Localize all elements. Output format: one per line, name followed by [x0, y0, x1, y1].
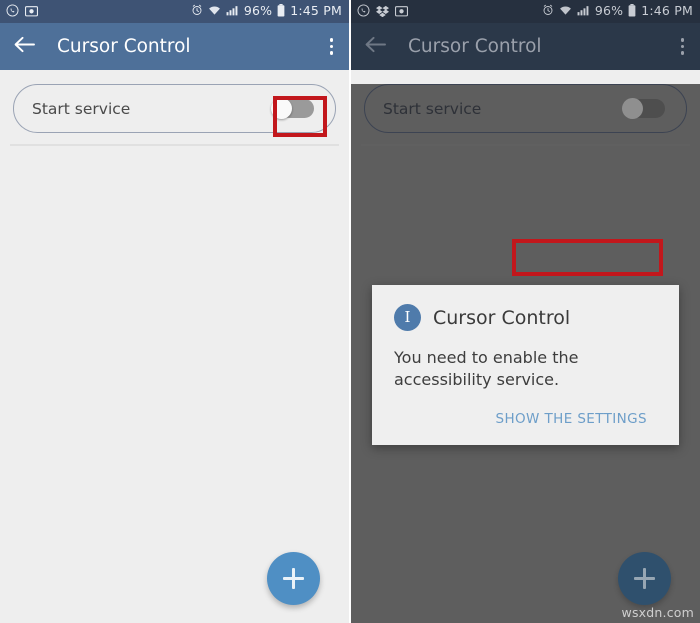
signal-icon [577, 4, 590, 19]
plus-icon-vertical [643, 568, 646, 589]
watermark: wsxdn.com [621, 605, 694, 620]
dialog-message: You need to enable the accessibility ser… [394, 348, 579, 390]
screen-body: Start service [0, 84, 349, 623]
add-fab-button[interactable] [267, 552, 320, 605]
dialog-header: I Cursor Control [394, 304, 657, 331]
screenshot-icon [25, 2, 38, 21]
add-fab-button [618, 552, 671, 605]
back-arrow-icon[interactable] [364, 35, 387, 58]
battery-percent-label: 96% [594, 3, 624, 19]
dropbox-icon [376, 2, 389, 21]
battery-percent-label: 96% [243, 3, 273, 19]
screen-after: 96% 1:46 PM Cursor Control Start service… [351, 0, 700, 623]
back-arrow-icon[interactable] [13, 35, 36, 58]
battery-icon [628, 3, 636, 20]
start-service-label: Start service [383, 99, 482, 118]
plus-icon-vertical [292, 568, 295, 589]
app-bar: Cursor Control [351, 23, 700, 70]
screenshot-pair: 96% 1:45 PM Cursor Control Start service… [0, 0, 700, 623]
signal-icon [226, 4, 239, 19]
toggle-thumb [622, 98, 643, 119]
status-bar-notification-icons [6, 2, 38, 21]
status-bar-system-icons: 96% 1:45 PM [191, 3, 342, 20]
info-icon: I [394, 304, 421, 331]
start-service-toggle [621, 98, 666, 119]
status-bar: 96% 1:45 PM [0, 0, 349, 23]
status-bar-notification-icons [357, 2, 408, 21]
toggle-thumb [271, 98, 292, 119]
wifi-icon [559, 4, 572, 19]
page-title: Cursor Control [408, 36, 542, 57]
whatsapp-icon [6, 2, 19, 21]
app-bar: Cursor Control [0, 23, 349, 70]
wifi-icon [208, 4, 221, 19]
page-title: Cursor Control [57, 36, 191, 57]
clock-label: 1:45 PM [290, 3, 342, 19]
clock-label: 1:46 PM [641, 3, 693, 19]
dialog-title: Cursor Control [433, 306, 571, 329]
battery-icon [277, 3, 285, 20]
status-bar-system-icons: 96% 1:46 PM [542, 3, 693, 20]
whatsapp-icon [357, 2, 370, 21]
screen-body: Start service I Cursor Control You need … [351, 84, 700, 623]
start-service-toggle[interactable] [270, 98, 315, 119]
accessibility-dialog: I Cursor Control You need to enable the … [372, 285, 679, 446]
start-service-label: Start service [32, 99, 131, 118]
start-service-row[interactable]: Start service [13, 84, 336, 133]
alarm-icon [191, 4, 203, 19]
list-divider [361, 144, 690, 146]
show-the-settings-button[interactable]: Show the settings [486, 403, 657, 435]
screenshot-icon [395, 2, 408, 21]
screen-before: 96% 1:45 PM Cursor Control Start service [0, 0, 349, 623]
overflow-menu-icon[interactable] [326, 34, 338, 59]
list-divider [10, 144, 339, 146]
alarm-icon [542, 4, 554, 19]
show-settings-highlight-annotation [512, 239, 663, 276]
start-service-row: Start service [364, 84, 687, 133]
status-bar: 96% 1:46 PM [351, 0, 700, 23]
overflow-menu-icon[interactable] [677, 34, 689, 59]
dialog-actions: Show the settings [394, 403, 657, 435]
